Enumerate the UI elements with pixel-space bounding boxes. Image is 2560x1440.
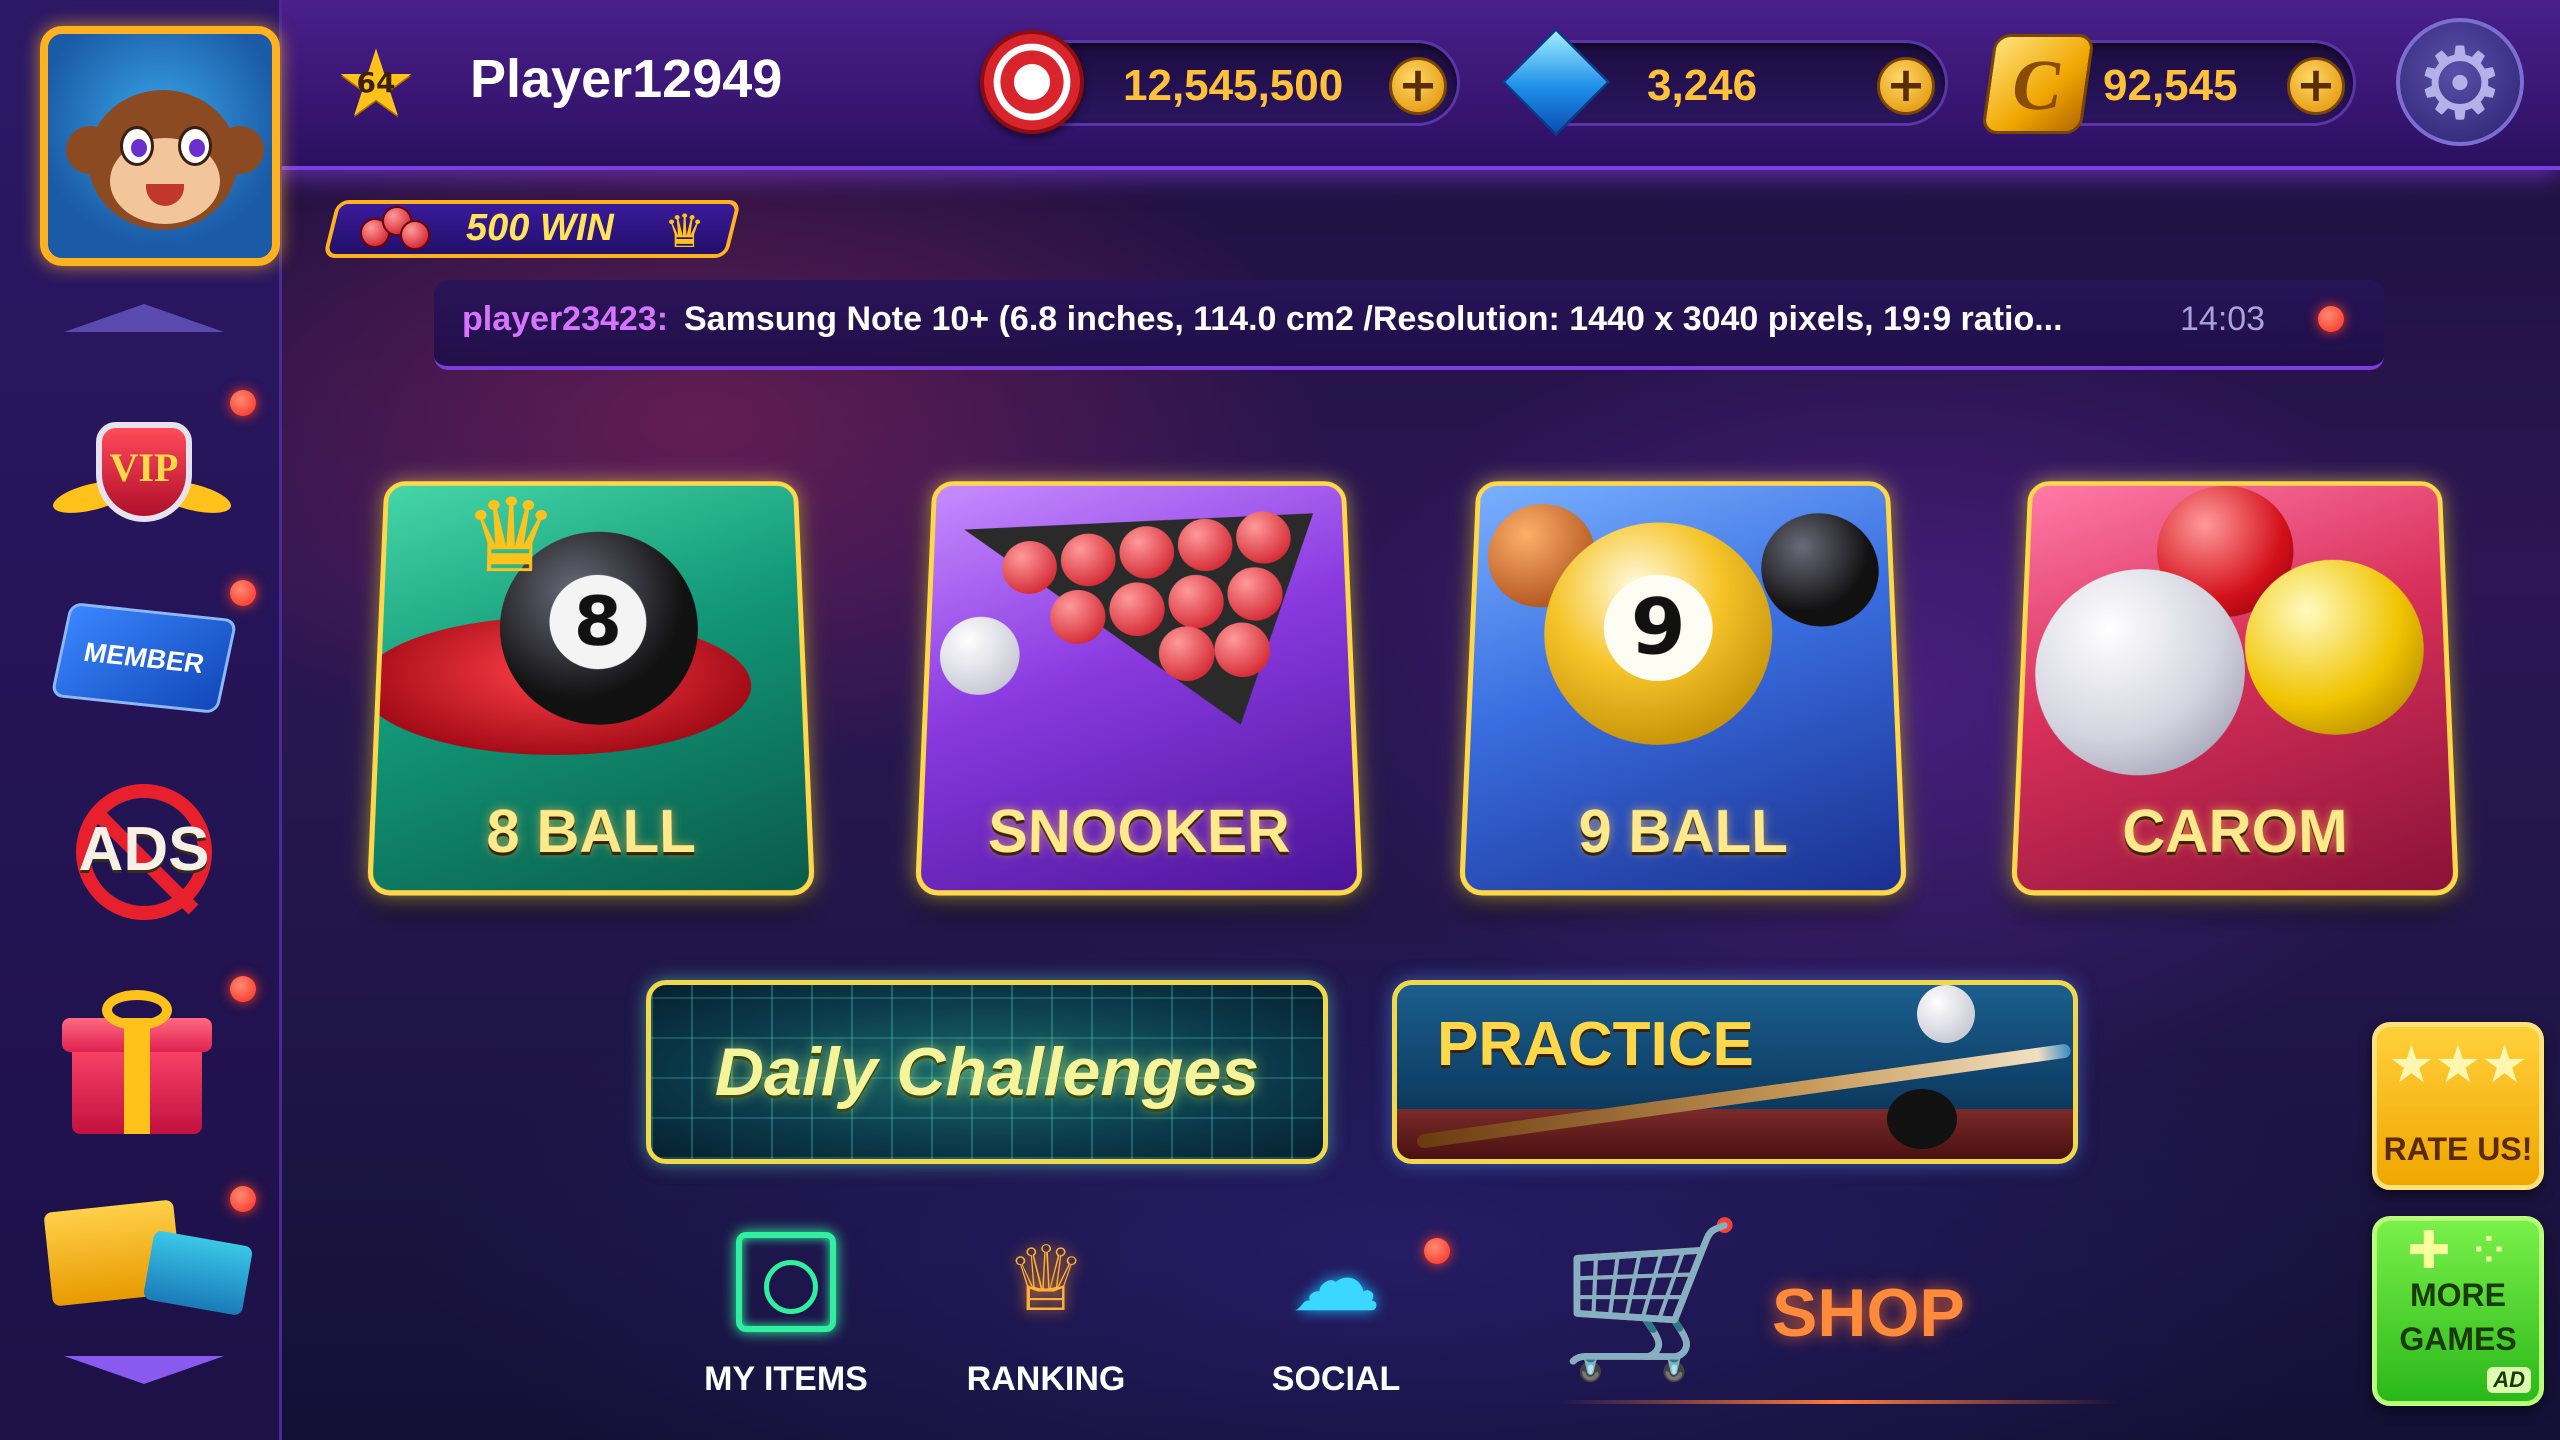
shop-underline: [1558, 1400, 2118, 1404]
mode-carom-card[interactable]: CAROM: [2011, 481, 2459, 895]
scroll-down-arrow-icon[interactable]: [64, 1356, 224, 1384]
settings-gear-icon[interactable]: ⚙: [2396, 18, 2524, 146]
red-ball-icon: [1050, 590, 1106, 644]
shop-button[interactable]: 🛒 SHOP: [1558, 1220, 2118, 1400]
more-games-button[interactable]: ✚ ⁘ MORE GAMES AD: [2372, 1216, 2544, 1406]
chat-message: Samsung Note 10+ (6.8 inches, 114.0 cm2 …: [684, 300, 2063, 339]
chat-username: player23423:: [462, 300, 668, 339]
gift-box-button[interactable]: [62, 988, 212, 1138]
vip-shield-icon: VIP: [96, 422, 192, 522]
practice-label: PRACTICE: [1437, 1009, 1754, 1080]
trophy-icon: ♛: [664, 204, 705, 258]
gift-bow-icon: [102, 990, 172, 1030]
mailbox-button[interactable]: [48, 1196, 258, 1316]
red-ball-icon: [1178, 519, 1233, 571]
pocket-icon: [1887, 1089, 1957, 1149]
red-ball-icon: [1168, 575, 1224, 628]
ad-tag: AD: [2487, 1367, 2531, 1393]
practice-button[interactable]: PRACTICE: [1392, 980, 2078, 1164]
red-ball-icon: [1060, 534, 1115, 587]
remove-ads-button[interactable]: ADS: [64, 784, 224, 920]
player-name[interactable]: Player12949: [470, 48, 782, 110]
nav-my-items[interactable]: MY ITEMS: [686, 1220, 886, 1410]
social-notification-dot: [1424, 1238, 1450, 1264]
add-gems-button[interactable]: +: [1877, 57, 1935, 115]
daily-challenges-button[interactable]: Daily Challenges: [646, 980, 1328, 1164]
gamepad-icon: ✚ ⁘: [2407, 1221, 2511, 1281]
noads-label: ADS: [64, 814, 224, 885]
vip-notification-dot: [230, 390, 256, 416]
mode-label: 8 BALL: [373, 797, 808, 867]
balls-icon: [360, 206, 440, 254]
member-notification-dot: [230, 580, 256, 606]
mode-label: CAROM: [2017, 797, 2452, 867]
safe-icon: [736, 1232, 836, 1332]
white-ball-icon: [2031, 569, 2245, 775]
nav-label: MY ITEMS: [686, 1360, 886, 1399]
nav-label: RANKING: [946, 1360, 1146, 1399]
red-ball-icon: [1119, 526, 1174, 578]
nine-ball-number-icon: 9: [1603, 575, 1713, 681]
rate-us-button[interactable]: ★★★ RATE US!: [2372, 1022, 2544, 1190]
red-ball-icon: [1159, 626, 1215, 681]
red-ball-icon: [1214, 623, 1271, 677]
nav-ranking[interactable]: ♕ RANKING: [946, 1220, 1146, 1410]
mode-snooker-card[interactable]: SNOOKER: [915, 481, 1363, 895]
envelope-icon: [143, 1230, 254, 1316]
poker-chip-icon: [980, 30, 1084, 134]
gems-value: 3,246: [1647, 61, 1757, 111]
more-games-label: MORE GAMES: [2377, 1273, 2539, 1361]
eight-ball-icon: [1760, 513, 1881, 626]
rate-us-label: RATE US!: [2377, 1131, 2539, 1168]
mode-label: SNOOKER: [921, 797, 1356, 867]
chat-notification-dot: [2318, 306, 2344, 332]
mode-9-ball-card[interactable]: 9 9 BALL: [1459, 481, 1907, 895]
shop-label: SHOP: [1772, 1274, 1965, 1352]
add-chips-button[interactable]: +: [1389, 57, 1447, 115]
eight-ball-number-icon: 8: [549, 575, 647, 669]
stars-icon: ★★★: [2377, 1037, 2539, 1093]
chips-value: 12,545,500: [1123, 61, 1343, 111]
gold-coin-icon: C: [1981, 34, 2095, 134]
chat-timestamp: 14:03: [2180, 300, 2265, 339]
red-ball-icon: [1227, 567, 1283, 620]
shopping-cart-icon: 🛒: [1558, 1220, 1745, 1380]
monkey-eye-icon: [178, 126, 212, 166]
member-card-button[interactable]: MEMBER: [50, 602, 237, 714]
scroll-up-arrow-icon[interactable]: [64, 304, 224, 332]
mail-notification-dot: [230, 1186, 256, 1212]
win-streak-label: 500 WIN: [466, 207, 614, 250]
gift-ribbon-icon: [124, 1018, 150, 1134]
social-people-icon: ☁: [1291, 1230, 1381, 1330]
vip-button[interactable]: VIP: [52, 400, 232, 540]
nav-label: SOCIAL: [1236, 1360, 1436, 1399]
gift-notification-dot: [230, 976, 256, 1002]
red-ball-icon: [1236, 511, 1292, 563]
cue-ball-icon: [938, 617, 1020, 695]
mode-8-ball-card[interactable]: 8 ♛ 8 BALL: [367, 481, 815, 895]
crown-icon: ♛: [461, 481, 559, 595]
cue-ball-icon: [1917, 985, 1975, 1043]
mode-label: 9 BALL: [1465, 797, 1900, 867]
player-avatar[interactable]: [40, 26, 280, 266]
add-coins-button[interactable]: +: [2287, 57, 2345, 115]
daily-challenges-label: Daily Challenges: [651, 1033, 1323, 1111]
player-level: 64: [330, 66, 422, 99]
monkey-eye-icon: [120, 126, 154, 166]
coins-value: 92,545: [2103, 61, 2238, 111]
yellow-ball-icon: [2245, 560, 2427, 735]
nav-social[interactable]: ☁ SOCIAL: [1236, 1220, 1436, 1410]
ranking-podium-icon: ♕: [1006, 1230, 1087, 1330]
red-ball-icon: [1109, 582, 1165, 636]
